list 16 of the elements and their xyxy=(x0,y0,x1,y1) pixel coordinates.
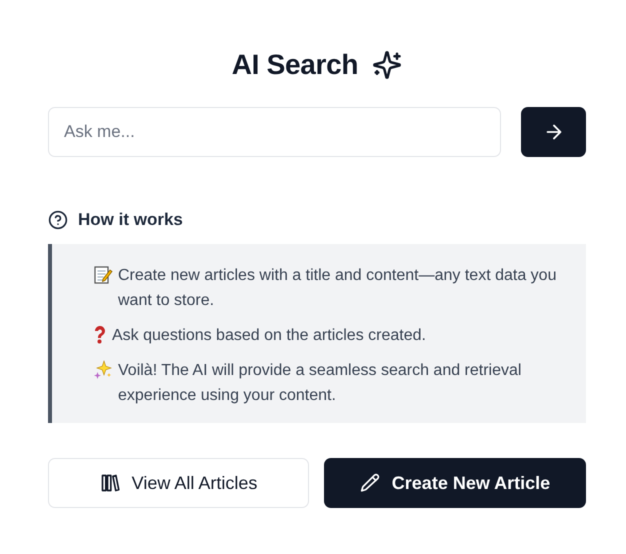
memo-icon xyxy=(93,265,113,285)
books-icon xyxy=(100,473,120,493)
create-article-button[interactable]: Create New Article xyxy=(324,458,586,508)
submit-button[interactable] xyxy=(521,107,586,157)
step-text: Create new articles with a title and content—any text data you want to store. xyxy=(118,266,558,311)
page-title: AI Search xyxy=(232,49,358,81)
sparkle-icon xyxy=(372,50,402,80)
pencil-icon xyxy=(360,473,380,493)
question-mark-icon xyxy=(93,325,107,345)
step-text: Voilà! The AI will provide a seamless search and retrieval experience using your content. xyxy=(118,361,522,406)
sparkles-icon xyxy=(93,360,113,380)
help-icon xyxy=(48,210,68,230)
section-heading: How it works xyxy=(78,210,183,230)
view-articles-button[interactable]: View All Articles xyxy=(48,458,309,508)
step-text: Ask questions based on the articles created. xyxy=(112,326,426,346)
search-field[interactable]: Ask me... xyxy=(48,107,501,157)
